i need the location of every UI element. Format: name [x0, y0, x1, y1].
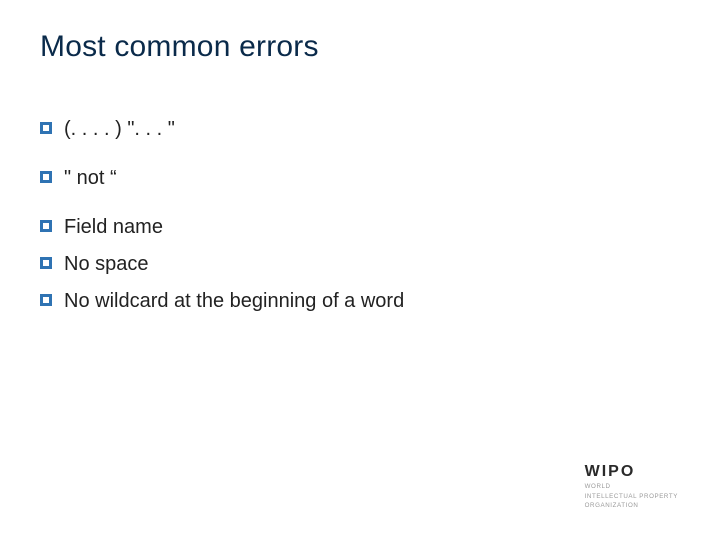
- list-item: No wildcard at the beginning of a word: [40, 288, 680, 315]
- square-bullet-icon: [40, 294, 52, 306]
- brand-name: WIPO: [585, 463, 678, 481]
- square-bullet-icon: [40, 257, 52, 269]
- list-item: No space: [40, 251, 680, 278]
- list-item: (. . . . ) ". . . ": [40, 116, 680, 143]
- square-bullet-icon: [40, 171, 52, 183]
- bullet-list: (. . . . ) ". . . " " not “ Field name N…: [40, 116, 680, 315]
- square-bullet-icon: [40, 122, 52, 134]
- bullet-text: " not “: [64, 165, 680, 192]
- slide: Most common errors (. . . . ) ". . . " "…: [0, 0, 720, 540]
- brand-subline: WORLD: [585, 483, 678, 491]
- bullet-text: No space: [64, 251, 680, 278]
- bullet-text: Field name: [64, 214, 680, 241]
- brand-subline: INTELLECTUAL PROPERTY: [585, 493, 678, 501]
- bullet-text: (. . . . ) ". . . ": [64, 116, 680, 143]
- bullet-text: No wildcard at the beginning of a word: [64, 288, 680, 315]
- brand-subline: ORGANIZATION: [585, 502, 678, 510]
- slide-title: Most common errors: [40, 30, 680, 64]
- footer-logo: WIPO WORLD INTELLECTUAL PROPERTY ORGANIZ…: [585, 463, 678, 510]
- list-item: Field name: [40, 214, 680, 241]
- square-bullet-icon: [40, 220, 52, 232]
- list-item: " not “: [40, 165, 680, 192]
